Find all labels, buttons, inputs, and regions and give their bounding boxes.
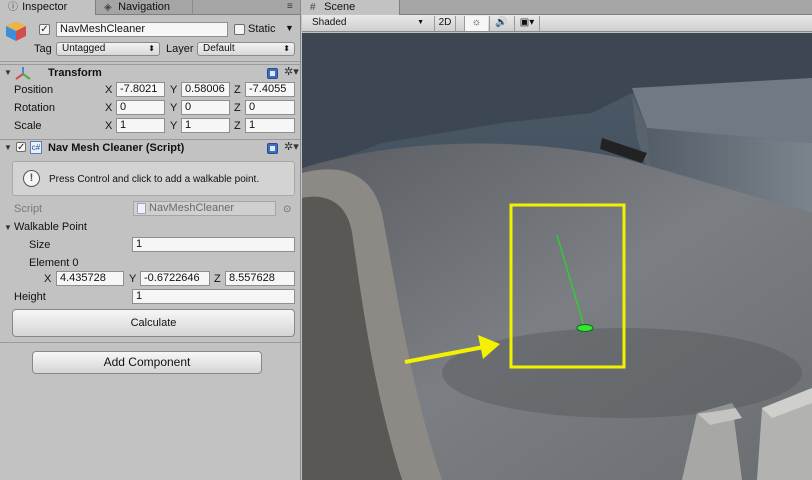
walkable-point-marker[interactable] [576,324,594,332]
script-file-icon: c# [30,141,42,154]
help-book-icon[interactable] [267,143,278,154]
help-box: ! Press Control and click to add a walka… [12,161,295,196]
scene-panel: # Scene Shaded ▼ 2D ☼ 🔊 ▣▾ [302,0,812,480]
panel-menu-icon[interactable]: ≡ [287,0,293,15]
tag-label: Tag [34,43,52,55]
tab-inspector-label: Inspector [22,1,68,13]
fold-arrow-icon[interactable]: ▼ [4,68,12,77]
grid-icon: # [310,2,316,13]
gear-icon[interactable]: ✲▾ [284,67,299,78]
component-divider [0,342,300,343]
rotation-z-field[interactable]: 0 [245,100,295,115]
static-checkbox[interactable] [234,24,245,35]
axis-x-label: X [44,273,52,285]
script-file-icon [137,203,146,214]
tab-navigation[interactable]: ◈ Navigation [96,0,193,15]
walkable-point-label[interactable]: Walkable Point [14,221,87,234]
shading-mode-dropdown[interactable]: Shaded ▼ [302,16,428,31]
rotation-x-field[interactable]: 0 [116,100,165,115]
tag-dropdown[interactable]: Untagged ⬍ [56,42,160,56]
position-y-field[interactable]: 0.58006 [181,82,230,97]
calculate-button[interactable]: Calculate [12,309,295,337]
help-text: Press Control and click to add a walkabl… [49,174,260,185]
axis-y-label: Y [170,102,178,114]
gameobject-header: ✓ NavMeshCleaner Static ▼ Tag Untagged ⬍… [0,15,300,62]
object-name-field[interactable]: NavMeshCleaner [56,22,228,37]
axis-z-label: Z [214,273,221,285]
script-reference-field: NavMeshCleaner [133,201,276,216]
axis-y-label: Y [129,273,137,285]
row-label: Position [14,84,54,96]
scale-x-field[interactable]: 1 [116,118,165,133]
element-x-field[interactable]: 4.435728 [56,271,124,286]
sun-lighting-icon[interactable]: ☼ [464,16,488,31]
axis-x-label: X [105,102,113,114]
inspector-tab-bar: ⓘ Inspector ◈ Navigation ≡ [0,0,300,15]
size-field[interactable]: 1 [132,237,295,252]
scale-y-field[interactable]: 1 [181,118,230,133]
row-label: Rotation [14,102,55,114]
fold-arrow-icon[interactable]: ▼ [4,143,12,152]
axis-y-label: Y [170,120,178,132]
road-shadow [442,328,802,418]
layer-dropdown[interactable]: Default ⬍ [197,42,295,56]
2d-toggle-button[interactable]: 2D [434,16,456,31]
info-icon: ! [23,170,40,187]
static-label: Static [248,23,276,35]
scale-z-field[interactable]: 1 [245,118,295,133]
chevron-down-icon: ▼ [417,19,424,26]
height-field[interactable]: 1 [132,289,295,304]
inspector-panel: ⓘ Inspector ◈ Navigation ≡ ✓ NavMeshClea… [0,0,301,480]
height-label: Height [14,291,46,303]
axis-x-label: X [105,120,113,132]
audio-speaker-icon[interactable]: 🔊 [489,16,513,31]
scene-toolbar: Shaded ▼ 2D ☼ 🔊 ▣▾ [302,15,812,32]
tab-scene[interactable]: # Scene [302,0,400,15]
script-reference-value: NavMeshCleaner [149,202,234,214]
transform-axes-icon [15,67,31,80]
fold-arrow-icon[interactable]: ▼ [4,223,12,232]
rotation-y-field[interactable]: 0 [181,100,230,115]
row-label: Scale [14,120,42,132]
axis-z-label: Z [234,84,241,96]
static-dropdown-icon[interactable]: ▼ [285,22,294,35]
scene-viewport[interactable] [302,33,812,480]
help-book-icon[interactable] [267,68,278,79]
tab-scene-label: Scene [324,1,356,13]
gear-icon[interactable]: ✲▾ [284,142,299,153]
tab-inspector[interactable]: ⓘ Inspector [0,0,96,15]
navmeshcleaner-header[interactable]: ▼ ✓ c# Nav Mesh Cleaner (Script) ✲▾ [0,139,300,156]
element-0-label: Element 0 [29,257,79,269]
position-z-field[interactable]: -7.4055 [245,82,295,97]
layer-value: Default [203,43,235,54]
transform-title: Transform [48,67,102,79]
element-y-field[interactable]: -0.6722646 [140,271,210,286]
axis-z-label: Z [234,120,241,132]
shading-mode-value: Shaded [312,17,347,28]
size-label: Size [29,239,51,251]
object-picker-icon[interactable]: ⊙ [283,203,291,216]
script-component-title: Nav Mesh Cleaner (Script) [48,142,185,154]
axis-x-label: X [105,84,113,96]
transform-header[interactable]: ▼ Transform ✲▾ [0,64,300,81]
script-label: Script [14,203,43,215]
position-x-field[interactable]: -7.8021 [116,82,165,97]
tag-value: Untagged [62,43,106,54]
info-icon: ⓘ [8,2,18,13]
tab-navigation-label: Navigation [118,1,171,13]
chevron-updown-icon: ⬍ [148,44,155,53]
scene-tab-bar: # Scene [302,0,812,15]
component-enabled-checkbox[interactable]: ✓ [16,142,26,153]
compass-icon: ◈ [104,2,112,13]
element-z-field[interactable]: 8.557628 [225,271,295,286]
gameobject-cube-icon [6,21,26,41]
chevron-updown-icon: ⬍ [283,44,290,53]
axis-z-label: Z [234,102,241,114]
axis-y-label: Y [170,84,178,96]
add-component-button[interactable]: Add Component [32,351,262,374]
image-effects-icon[interactable]: ▣▾ [514,16,540,31]
active-checkbox[interactable]: ✓ [39,24,50,35]
layer-label: Layer [166,43,194,55]
